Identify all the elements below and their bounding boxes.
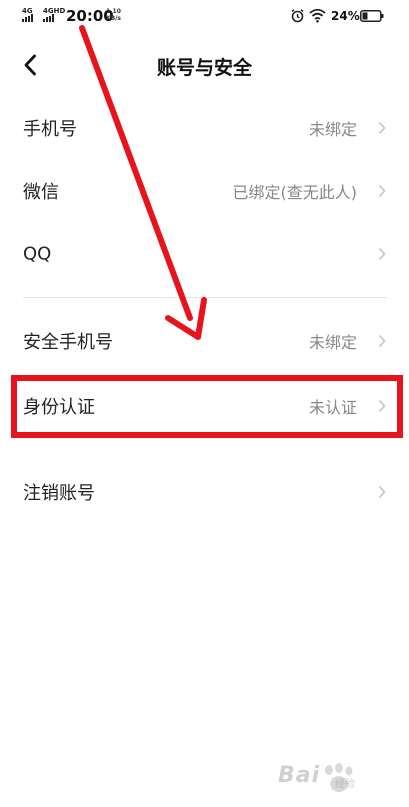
network-speed-value: 1.10 (106, 8, 121, 15)
chevron-right-icon (378, 184, 386, 198)
watermark-text: Bai (278, 763, 321, 788)
row-label: 手机号 (23, 119, 77, 140)
network-speed: 1.10 KB/s (106, 8, 121, 22)
row-value: 未绑定 (308, 333, 357, 352)
section-divider (23, 297, 387, 298)
signal-bars-icon-2 (43, 14, 54, 22)
network-speed-unit: KB/s (106, 15, 121, 22)
row-cancel-account[interactable]: 注销账号 (0, 460, 409, 524)
row-label: 安全手机号 (23, 332, 113, 353)
row-value: 未绑定 (308, 120, 357, 139)
row-security-phone[interactable]: 安全手机号 未绑定 (0, 309, 409, 373)
signal-bars-icon (22, 14, 33, 22)
page-title: 账号与安全 (156, 57, 252, 79)
wifi-icon (309, 8, 326, 23)
chevron-right-icon (378, 485, 386, 499)
chevron-right-icon (378, 121, 386, 135)
row-qq[interactable]: QQ (0, 222, 409, 286)
row-label: QQ (23, 243, 52, 265)
battery-percent: 24% (331, 9, 360, 23)
row-label: 微信 (23, 182, 59, 203)
status-bar: 4G 4GHD 20:00 1.10 KB/s 24% (0, 0, 409, 32)
alarm-clock-icon (291, 9, 304, 23)
battery-icon (360, 10, 384, 22)
nav-bar: 账号与安全 (0, 40, 409, 90)
row-label: 注销账号 (23, 483, 95, 504)
chevron-right-icon (378, 334, 386, 348)
row-phone-number[interactable]: 手机号 未绑定 (0, 96, 409, 160)
row-wechat[interactable]: 微信 已绑定(查无此人) (0, 159, 409, 223)
annotation-highlight-box (11, 375, 403, 438)
chevron-right-icon (378, 247, 386, 261)
row-value: 已绑定(查无此人) (232, 183, 358, 202)
watermark-subtext: 经验 (335, 779, 355, 790)
